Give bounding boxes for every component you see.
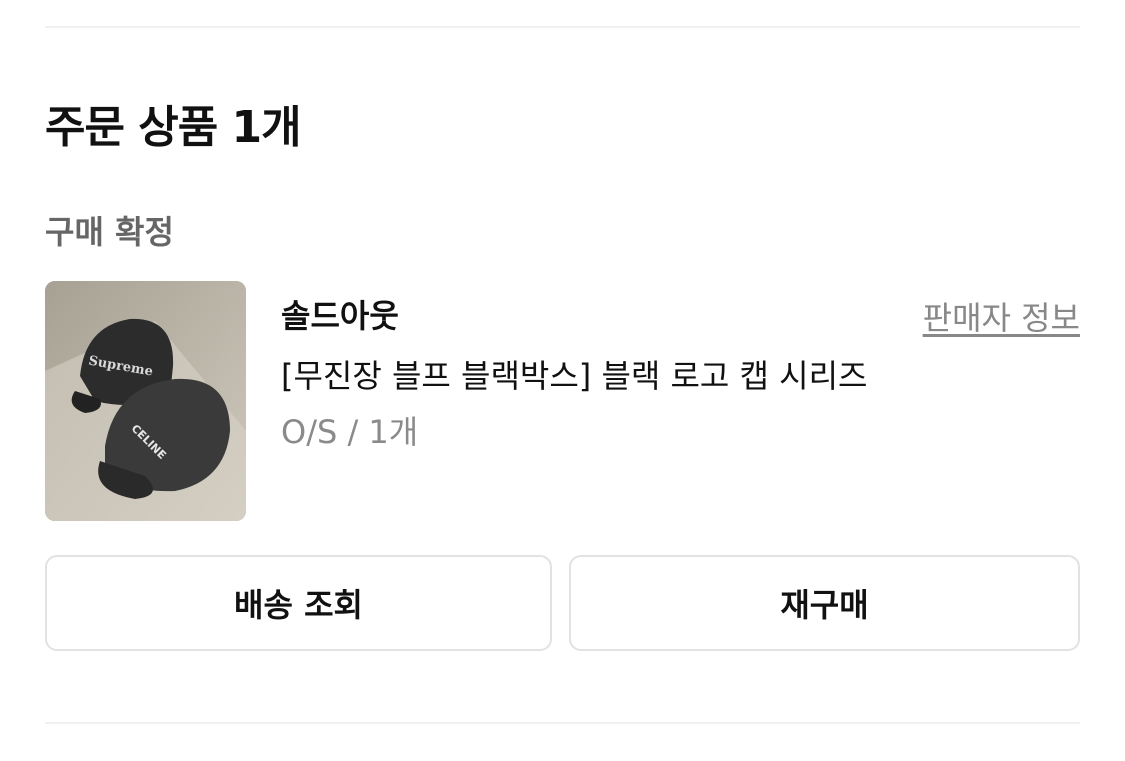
order-status-label: 구매 확정: [45, 213, 174, 251]
top-divider: [45, 26, 1080, 28]
brand-name: 솔드아웃: [281, 297, 399, 335]
bottom-divider: [45, 722, 1080, 724]
caps-photo: Supreme CELINE: [45, 281, 246, 521]
track-delivery-button[interactable]: 배송 조회: [45, 555, 552, 651]
product-name[interactable]: [무진장 블프 블랙박스] 블랙 로고 캡 시리즈: [281, 354, 867, 398]
reorder-button[interactable]: 재구매: [569, 555, 1080, 651]
section-title: 주문 상품 1개: [45, 102, 302, 153]
product-thumbnail[interactable]: Supreme CELINE: [45, 281, 246, 521]
seller-info-link[interactable]: 판매자 정보: [923, 296, 1080, 340]
product-option: O/S / 1개: [281, 413, 419, 451]
